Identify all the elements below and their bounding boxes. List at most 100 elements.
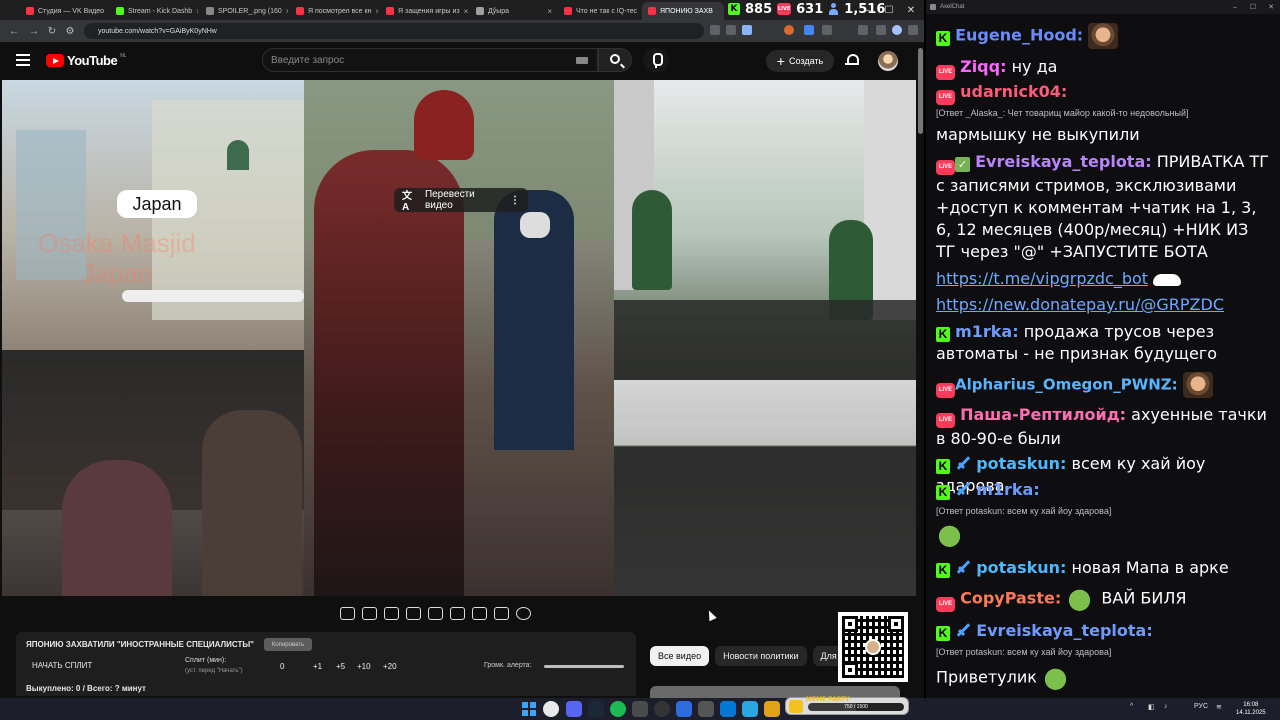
close-icon[interactable]: × (375, 7, 378, 16)
zoom-icon[interactable] (710, 25, 720, 35)
language-indicator[interactable]: РУС (1194, 703, 1208, 710)
live-viewer-count: 631 (796, 1, 824, 17)
more-icon[interactable] (908, 25, 918, 35)
chat-username[interactable]: Evreiskaya_teplota: (976, 621, 1153, 640)
broadcast-icon[interactable] (362, 606, 377, 620)
loop-icon[interactable] (340, 606, 355, 620)
alert-volume-slider[interactable] (544, 665, 624, 668)
close-icon[interactable]: × (547, 7, 552, 16)
clapper-icon[interactable] (406, 606, 421, 620)
increment-20-button[interactable]: +20 (383, 662, 397, 671)
browser-tab[interactable]: Что не так с IQ-тес× (558, 2, 642, 20)
chat-username[interactable]: potaskun: (976, 558, 1066, 577)
close-icon[interactable]: ✕ (1262, 0, 1280, 14)
browser-tab[interactable]: Я защения игры из × (380, 2, 468, 20)
app-icon[interactable] (676, 701, 692, 717)
share-icon[interactable] (726, 25, 736, 35)
video-settings-icon[interactable] (384, 606, 399, 620)
folder-icon[interactable] (764, 701, 780, 717)
site-info-icon[interactable]: ⚙ (62, 23, 78, 39)
add-icon[interactable] (472, 606, 487, 620)
chat-app-title: AxelChat (940, 4, 965, 10)
back-icon[interactable]: ← (6, 23, 22, 39)
chevron-up-icon[interactable]: ^ (1130, 703, 1133, 710)
download-icon[interactable] (858, 25, 868, 35)
steam-icon[interactable] (588, 701, 604, 717)
avatar[interactable] (878, 51, 898, 71)
discord-icon[interactable] (566, 701, 582, 717)
sidebar-icon[interactable] (876, 25, 886, 35)
network-icon[interactable]: ◧ (1148, 703, 1155, 711)
volume-icon[interactable]: ♪ (1164, 703, 1168, 710)
split-minutes-value[interactable]: 0 (280, 662, 284, 671)
qr-logo (865, 639, 881, 655)
chat-username[interactable]: Паша-Рептилойд: (960, 405, 1126, 424)
create-button[interactable]: + Создать (766, 50, 834, 72)
chat-link[interactable]: https://t.me/vipgrpzdc_bot (936, 269, 1148, 288)
increment-1-button[interactable]: +1 (313, 662, 322, 671)
chat-window: AxelChat – ☐ ✕ K Eugene_Hood: LIVE Ziqq:… (924, 0, 1280, 698)
browser-tab[interactable]: Я посмотрел все кн × (290, 2, 378, 20)
chat-username[interactable]: Evreiskaya_teplota: (975, 152, 1152, 171)
chat-username[interactable]: potaskun: (976, 454, 1066, 473)
browser-tab[interactable]: Stream - Kick Dashb× (110, 2, 198, 20)
translate-video-button[interactable]: 文A Перевести видео ⋮ (394, 188, 528, 213)
forward-icon[interactable]: → (26, 23, 42, 39)
windows-start-icon[interactable] (522, 702, 536, 716)
mic-icon[interactable] (643, 48, 669, 72)
more-options-icon[interactable]: ⋮ (510, 195, 520, 206)
increment-5-button[interactable]: +5 (336, 662, 345, 671)
chat-username[interactable]: CopyPaste: (960, 589, 1061, 608)
browser-tab[interactable]: Студия — VK Видео× (20, 2, 108, 20)
telegram-icon[interactable] (742, 701, 758, 717)
chat-link[interactable]: https://new.donatepay.ru/@GRPZDC (936, 295, 1224, 314)
keyboard-icon[interactable] (576, 57, 588, 64)
chat-username[interactable]: m1rka: (976, 480, 1040, 499)
copy-button[interactable]: Копировать (264, 638, 312, 651)
chat-username[interactable]: udarnick04: (960, 82, 1067, 101)
notifications-bell-icon[interactable] (845, 53, 859, 67)
screenshot-icon[interactable] (494, 606, 509, 620)
chat-username[interactable]: Eugene_Hood: (955, 26, 1083, 45)
video-player[interactable]: Japan Osaka Masjid Japan 文A Перевести ви… (2, 80, 916, 596)
profile-icon[interactable] (892, 25, 902, 35)
reload-icon[interactable]: ↻ (44, 23, 60, 39)
obs-icon[interactable] (654, 701, 670, 717)
chip-politics-news[interactable]: Новости политики (715, 646, 807, 666)
extension-icon[interactable] (804, 25, 814, 35)
system-clock[interactable]: 16:08 14.11.2025 (1236, 701, 1266, 717)
search-button[interactable] (598, 48, 632, 72)
close-icon[interactable]: × (196, 7, 198, 16)
close-icon[interactable]: × (286, 7, 288, 16)
chat-username[interactable]: m1rka: (955, 322, 1019, 341)
speed-icon[interactable] (450, 606, 465, 620)
chat-username[interactable]: Alpharius_Omegon_PWNZ: (955, 376, 1178, 394)
browser-tab[interactable]: Дўыра × (470, 2, 558, 20)
close-window-icon[interactable]: ✕ (900, 0, 922, 20)
app-icon[interactable] (720, 701, 736, 717)
extensions-icon[interactable] (822, 25, 832, 35)
app-icon[interactable] (698, 701, 714, 717)
picture-in-picture-icon[interactable] (428, 606, 443, 620)
increment-10-button[interactable]: +10 (357, 662, 371, 671)
scrollbar[interactable] (918, 48, 923, 134)
chrome-icon[interactable] (543, 701, 559, 717)
menu-icon[interactable] (16, 54, 30, 66)
youtube-logo[interactable]: YouTube NL (46, 53, 127, 68)
close-icon[interactable]: × (464, 7, 468, 16)
extension-icon[interactable] (784, 25, 794, 35)
gear-icon[interactable] (516, 606, 531, 620)
browser-tab[interactable]: SPOILER_.png (160 × (200, 2, 288, 20)
chat-username[interactable]: Ziqq: (960, 57, 1006, 76)
minimize-icon[interactable]: – (1226, 0, 1244, 14)
maximize-icon[interactable]: ☐ (1244, 0, 1262, 14)
wifi-icon[interactable]: ≋ (1216, 703, 1222, 711)
bookmark-icon[interactable] (742, 25, 752, 35)
browser-tab-active[interactable]: ЯПОНИЮ ЗАХВ (642, 2, 724, 20)
start-split-button[interactable]: НАЧАТЬ СПЛИТ (32, 661, 92, 670)
url-field[interactable]: youtube.com/watch?v=GAiByK0yNHw (84, 23, 704, 39)
spotify-icon[interactable] (610, 701, 626, 717)
chip-all-videos[interactable]: Все видео (650, 646, 710, 666)
app-icon[interactable] (632, 701, 648, 717)
search-input[interactable]: Введите запрос (262, 48, 598, 72)
